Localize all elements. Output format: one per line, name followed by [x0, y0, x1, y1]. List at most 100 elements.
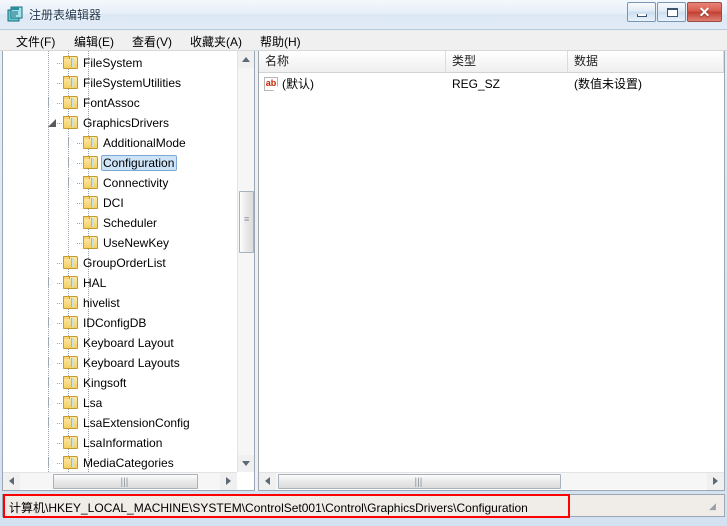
tree-expand-arrow-icon[interactable]: [48, 377, 57, 387]
tree-item-kingsoft[interactable]: Kingsoft: [3, 373, 238, 393]
main-content: FileSystem FileSystemUtilities FontAssoc Gr…: [2, 51, 725, 491]
tree-horizontal-scrollbar-thumb[interactable]: |||: [53, 474, 198, 489]
folder-icon: [63, 416, 78, 429]
tree-item-idconfigdb[interactable]: IDConfigDB: [3, 313, 238, 333]
tree-item-label: hivelist: [83, 296, 120, 310]
list-scroll-left-button[interactable]: [259, 473, 276, 490]
tree-item-graphicsdrivers[interactable]: GraphicsDrivers: [3, 113, 238, 133]
registry-values-list[interactable]: ab (默认) REG_SZ (数值未设置): [259, 73, 724, 472]
tree-item-filesystemutilities[interactable]: FileSystemUtilities: [3, 73, 238, 93]
tree-expand-arrow-icon[interactable]: [48, 317, 57, 327]
tree-item-filesystem[interactable]: FileSystem: [3, 53, 238, 73]
menu-item-4[interactable]: 帮助(H): [258, 33, 303, 50]
tree-item-keyboard-layouts[interactable]: Keyboard Layouts: [3, 353, 238, 373]
list-column-header: 名称 类型 数据: [259, 51, 724, 73]
folder-icon: [63, 356, 78, 369]
registry-editor-icon: [7, 6, 23, 22]
list-scroll-right-button[interactable]: [707, 473, 724, 490]
folder-icon: [63, 376, 78, 389]
list-horizontal-scrollbar[interactable]: |||: [259, 472, 724, 490]
folder-icon: [83, 156, 98, 169]
tree-item-grouporderlist[interactable]: GroupOrderList: [3, 253, 238, 273]
minimize-button[interactable]: [627, 2, 656, 22]
tree-horizontal-scrollbar[interactable]: |||: [3, 472, 237, 490]
tree-expand-arrow-icon[interactable]: [68, 137, 77, 147]
folder-icon: [83, 176, 98, 189]
folder-icon: [63, 396, 78, 409]
tree-scroll-left-button[interactable]: [3, 473, 20, 490]
scrollbar-grip-icon: |||: [414, 477, 423, 488]
tree-item-label: Keyboard Layout: [83, 336, 174, 350]
value-type-cell: REG_SZ: [452, 77, 501, 91]
tree-expand-arrow-icon[interactable]: [68, 177, 77, 187]
tree-expand-arrow-icon[interactable]: [48, 397, 57, 407]
menu-bar: 文件(F) 编辑(E) 查看(V) 收藏夹(A) 帮助(H): [0, 30, 727, 51]
folder-icon: [63, 436, 78, 449]
tree-item-dci[interactable]: DCI: [3, 193, 238, 213]
menu-item-0[interactable]: 文件(F): [14, 33, 57, 50]
column-header-0[interactable]: 名称: [259, 51, 446, 72]
tree-expand-arrow-icon[interactable]: [48, 357, 57, 367]
tree-item-label: FileSystem: [83, 56, 143, 70]
resize-grip-icon[interactable]: ◢: [709, 502, 721, 514]
chevron-right-icon: [226, 477, 231, 485]
tree-item-label: IDConfigDB: [83, 316, 147, 330]
menu-item-1[interactable]: 编辑(E): [72, 33, 116, 50]
tree-item-label: Configuration: [101, 155, 178, 171]
tree-scroll-right-button[interactable]: [220, 473, 237, 490]
tree-item-mediacategories[interactable]: MediaCategories: [3, 453, 238, 472]
tree-item-additionalmode[interactable]: AdditionalMode: [3, 133, 238, 153]
registry-tree[interactable]: FileSystem FileSystemUtilities FontAssoc Gr…: [3, 51, 238, 472]
tree-item-hal[interactable]: HAL: [3, 273, 238, 293]
tree-expand-arrow-icon[interactable]: [68, 157, 77, 167]
tree-expand-arrow-icon[interactable]: [48, 97, 57, 107]
tree-expand-arrow-icon[interactable]: [48, 457, 57, 467]
close-button[interactable]: ✕: [687, 2, 722, 22]
tree-item-hivelist[interactable]: hivelist: [3, 293, 238, 313]
minimize-icon: [637, 14, 647, 17]
registry-tree-pane[interactable]: FileSystem FileSystemUtilities FontAssoc Gr…: [2, 51, 255, 491]
menu-item-2[interactable]: 查看(V): [130, 33, 174, 50]
title-bar[interactable]: 注册表编辑器 ✕: [0, 0, 727, 30]
menu-item-3[interactable]: 收藏夹(A): [188, 33, 244, 50]
tree-item-label: LsaExtensionConfig: [83, 416, 190, 430]
tree-item-label: UseNewKey: [103, 236, 170, 250]
tree-item-label: LsaInformation: [83, 436, 163, 450]
chevron-left-icon: [265, 477, 270, 485]
column-header-2[interactable]: 数据: [568, 51, 724, 72]
folder-icon: [83, 216, 98, 229]
folder-icon: [63, 76, 78, 89]
list-horizontal-scrollbar-thumb[interactable]: |||: [278, 474, 561, 489]
chevron-down-icon: [242, 461, 250, 466]
tree-scroll-down-button[interactable]: [238, 455, 254, 472]
tree-item-label: HAL: [83, 276, 107, 290]
tree-item-configuration[interactable]: Configuration: [3, 153, 238, 173]
folder-icon: [63, 316, 78, 329]
tree-scroll-up-button[interactable]: [238, 51, 254, 68]
tree-item-lsa[interactable]: Lsa: [3, 393, 238, 413]
folder-icon: [83, 236, 98, 249]
tree-item-scheduler[interactable]: Scheduler: [3, 213, 238, 233]
tree-expand-arrow-icon[interactable]: [48, 417, 57, 427]
tree-item-label: Scheduler: [103, 216, 158, 230]
tree-item-lsaextensionconfig[interactable]: LsaExtensionConfig: [3, 413, 238, 433]
value-row[interactable]: ab (默认) REG_SZ (数值未设置): [259, 75, 724, 94]
maximize-button[interactable]: [657, 2, 686, 22]
folder-icon: [63, 56, 78, 69]
registry-values-pane[interactable]: 名称 类型 数据 ab (默认) REG_SZ (数值未设置) |||: [258, 51, 725, 491]
tree-vertical-scrollbar[interactable]: ≡: [237, 51, 254, 472]
tree-expand-arrow-icon[interactable]: [48, 337, 57, 347]
tree-item-usenewkey[interactable]: UseNewKey: [3, 233, 238, 253]
tree-item-keyboard-layout[interactable]: Keyboard Layout: [3, 333, 238, 353]
tree-collapse-arrow-icon[interactable]: [48, 118, 57, 127]
tree-item-connectivity[interactable]: Connectivity: [3, 173, 238, 193]
tree-item-label: GraphicsDrivers: [83, 116, 170, 130]
tree-item-fontassoc[interactable]: FontAssoc: [3, 93, 238, 113]
tree-item-lsainformation[interactable]: LsaInformation: [3, 433, 238, 453]
tree-vertical-scrollbar-thumb[interactable]: ≡: [239, 191, 254, 253]
folder-icon: [83, 196, 98, 209]
tree-item-label: Lsa: [83, 396, 103, 410]
scrollbar-grip-icon: |||: [120, 477, 129, 488]
tree-expand-arrow-icon[interactable]: [48, 277, 57, 287]
column-header-1[interactable]: 类型: [446, 51, 568, 72]
